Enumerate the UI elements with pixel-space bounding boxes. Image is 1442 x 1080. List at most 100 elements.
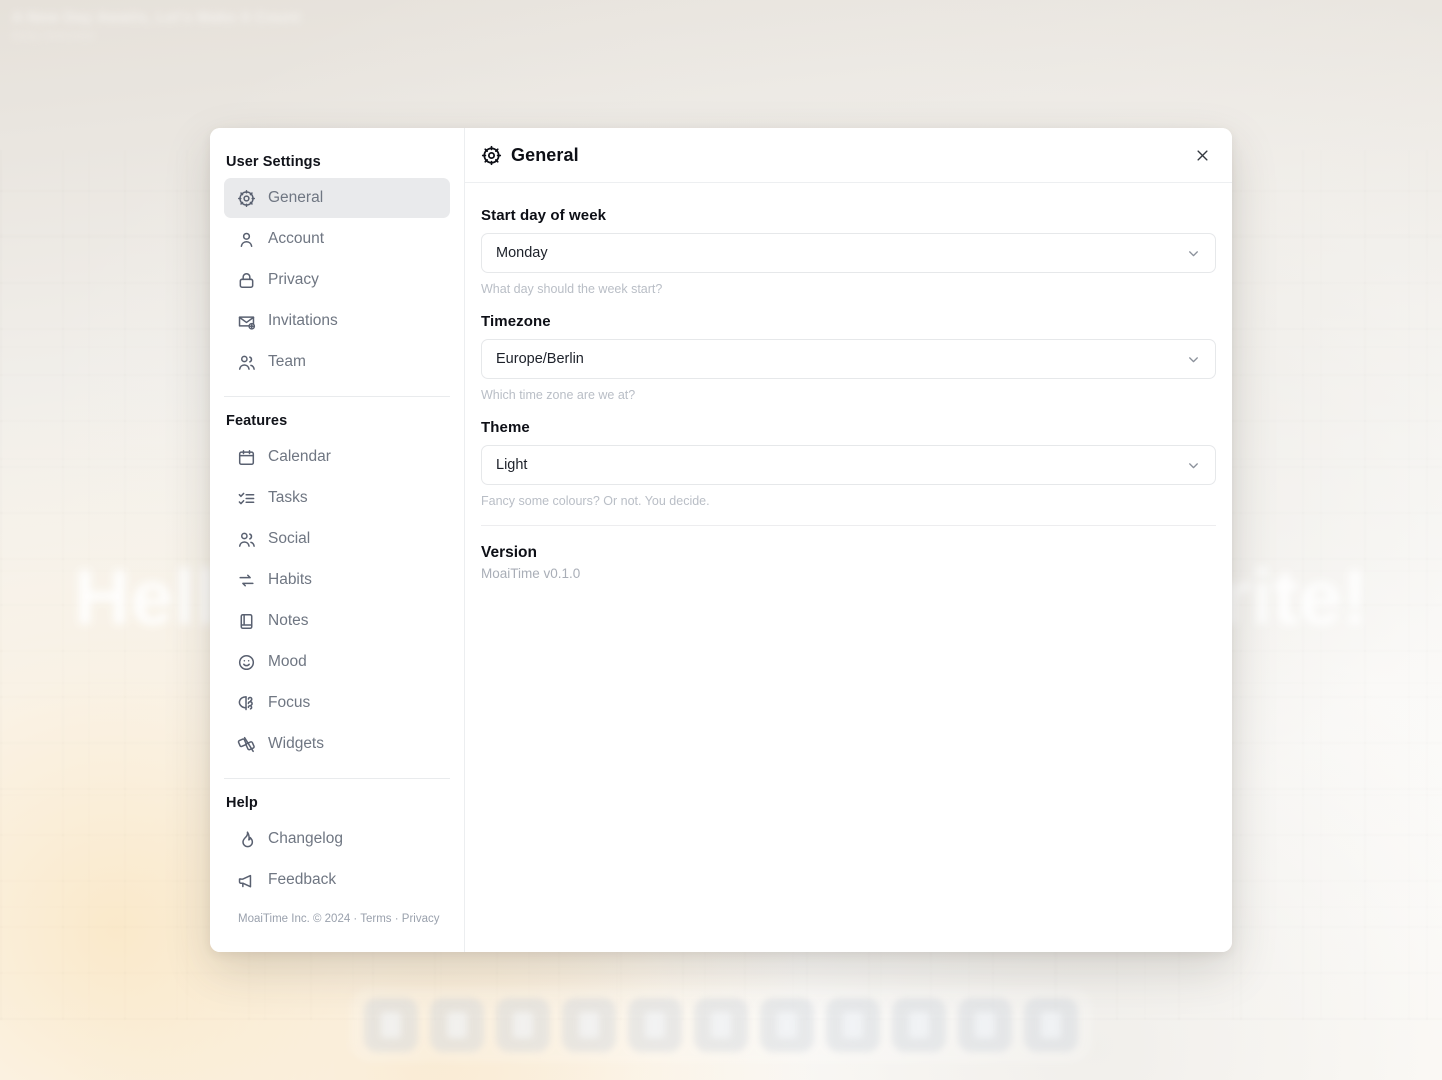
sidebar-group-title: Features — [226, 413, 288, 429]
sidebar-item-mood[interactable]: Mood — [224, 642, 450, 682]
repeat-icon — [236, 570, 256, 590]
version-value: MoaiTime v0.1.0 — [481, 566, 581, 581]
dock-item — [826, 998, 880, 1052]
user-icon — [236, 229, 256, 249]
gear-icon — [236, 188, 256, 208]
background-header-line2: Daily Overview — [12, 30, 95, 42]
close-icon — [1195, 148, 1210, 163]
users-icon — [236, 529, 256, 549]
version-section: Version MoaiTime v0.1.0 — [481, 544, 1216, 581]
dock-item — [496, 998, 550, 1052]
sidebar-item-account[interactable]: Account — [224, 219, 450, 259]
dock-item — [562, 998, 616, 1052]
background-header-line1: A New Day Awaits, Let's Make It Count — [12, 9, 301, 26]
dock-item — [628, 998, 682, 1052]
select-value: Light — [496, 457, 528, 473]
dock-item — [760, 998, 814, 1052]
dock-item — [430, 998, 484, 1052]
sidebar-item-changelog[interactable]: Changelog — [224, 819, 450, 859]
page-title: General — [511, 144, 579, 165]
sidebar-item-label: Focus — [268, 694, 311, 712]
widgets-icon — [236, 734, 256, 754]
dock-item-glyph — [843, 1012, 863, 1038]
dock-item-glyph — [579, 1012, 599, 1038]
sidebar-item-label: Invitations — [268, 312, 338, 330]
smiley-icon — [236, 652, 256, 672]
lock-icon — [236, 270, 256, 290]
gear-icon — [481, 145, 502, 166]
sidebar-item-label: General — [268, 189, 324, 207]
chevron-down-icon — [1186, 458, 1201, 473]
close-button[interactable] — [1188, 141, 1216, 169]
chevron-down-icon — [1186, 246, 1201, 261]
sidebar-item-focus[interactable]: Focus — [224, 683, 450, 723]
field-hint: Which time zone are we at? — [481, 388, 636, 402]
sidebar-divider — [224, 396, 450, 397]
sidebar-divider — [224, 778, 450, 779]
sidebar-footer: MoaiTime Inc. © 2024 · Terms · Privacy — [238, 913, 440, 925]
megaphone-icon — [236, 870, 256, 890]
dock-item-glyph — [777, 1012, 797, 1038]
dock-item — [364, 998, 418, 1052]
dock-item — [892, 998, 946, 1052]
dock-item-glyph — [1041, 1012, 1061, 1038]
dock-item-glyph — [909, 1012, 929, 1038]
sidebar-item-notes[interactable]: Notes — [224, 601, 450, 641]
background-dock — [350, 988, 1092, 1062]
brain-icon — [236, 693, 256, 713]
users-icon — [236, 352, 256, 372]
settings-sidebar: User Settings General Account Privacy Invita… — [210, 128, 465, 952]
dock-item — [1024, 998, 1078, 1052]
sidebar-item-widgets[interactable]: Widgets — [224, 724, 450, 764]
settings-form: Start day of week Monday What day should t… — [465, 183, 1232, 952]
dock-item-glyph — [447, 1012, 467, 1038]
dock-item-glyph — [711, 1012, 731, 1038]
calendar-icon — [236, 447, 256, 467]
sidebar-item-privacy[interactable]: Privacy — [224, 260, 450, 300]
background-header-text: A New Day Awaits, Let's Make It Count Da… — [12, 8, 301, 44]
select-theme[interactable]: Light — [481, 445, 1216, 485]
field-hint: What day should the week start? — [481, 282, 663, 296]
chevron-down-icon — [1186, 352, 1201, 367]
user-settings-dialog: User Settings General Account Privacy Invita… — [210, 128, 1232, 952]
sidebar-item-team[interactable]: Team — [224, 342, 450, 382]
field-label: Timezone — [481, 313, 551, 330]
sidebar-item-label: Privacy — [268, 271, 319, 289]
sidebar-item-label: Habits — [268, 571, 312, 589]
sidebar-item-invitations[interactable]: Invitations — [224, 301, 450, 341]
select-start-day-of-week[interactable]: Monday — [481, 233, 1216, 273]
sidebar-item-social[interactable]: Social — [224, 519, 450, 559]
setting-field: Theme Light Fancy some colours? Or not. Yo… — [481, 419, 1216, 508]
field-hint: Fancy some colours? Or not. You decide. — [481, 494, 710, 508]
sidebar-item-calendar[interactable]: Calendar — [224, 437, 450, 477]
sidebar-item-label: Changelog — [268, 830, 343, 848]
select-value: Monday — [496, 245, 548, 261]
settings-fields: Start day of week Monday What day should t… — [481, 207, 1216, 508]
dock-item-glyph — [645, 1012, 665, 1038]
field-label: Theme — [481, 419, 530, 436]
field-label: Start day of week — [481, 207, 607, 224]
mail-plus-icon — [236, 311, 256, 331]
checklist-icon — [236, 488, 256, 508]
sidebar-group-title: Help — [226, 795, 258, 811]
sidebar-item-label: Feedback — [268, 871, 337, 889]
sidebar-item-tasks[interactable]: Tasks — [224, 478, 450, 518]
sidebar-groups: User Settings General Account Privacy Invita… — [224, 144, 450, 901]
sidebar-item-general[interactable]: General — [224, 178, 450, 218]
sidebar-item-label: Team — [268, 353, 306, 371]
content-header: General — [465, 128, 1232, 183]
dock-item — [958, 998, 1012, 1052]
sidebar-item-feedback[interactable]: Feedback — [224, 860, 450, 900]
dock-item-glyph — [381, 1012, 401, 1038]
sidebar-item-label: Calendar — [268, 448, 331, 466]
dock-item-glyph — [975, 1012, 995, 1038]
select-timezone[interactable]: Europe/Berlin — [481, 339, 1216, 379]
sidebar-item-habits[interactable]: Habits — [224, 560, 450, 600]
select-value: Europe/Berlin — [496, 351, 584, 367]
flame-icon — [236, 829, 256, 849]
setting-field: Timezone Europe/Berlin Which time zone are… — [481, 313, 1216, 402]
version-title: Version — [481, 544, 537, 561]
sidebar-item-label: Social — [268, 530, 311, 548]
sidebar-item-label: Account — [268, 230, 325, 248]
dock-item — [694, 998, 748, 1052]
